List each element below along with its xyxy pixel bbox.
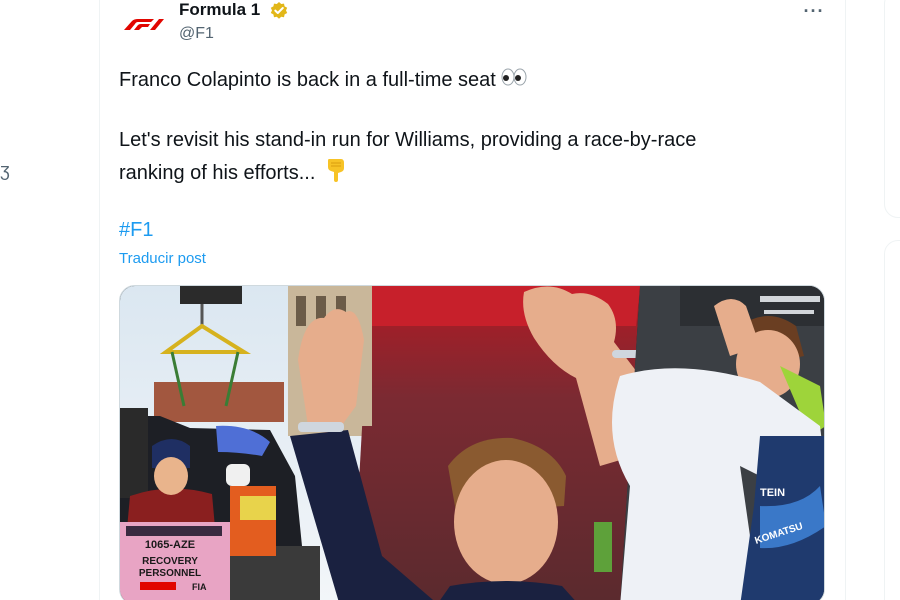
right-sidebar (846, 0, 900, 600)
shirt-text-1: TEIN (760, 487, 785, 499)
f1-logo[interactable] (120, 6, 168, 40)
author-name[interactable]: Formula 1 (179, 0, 260, 20)
vest-line2-text: PERSONNEL (139, 568, 201, 579)
vest-plate-text: 1065-AZE (145, 539, 195, 551)
right-sidebar-card (884, 240, 900, 600)
tweet-text-line: Let's revisit his stand-in run for Willi… (119, 129, 697, 151)
hashtag-link[interactable]: #F1 (119, 217, 153, 243)
vest-fia-text: FIA (192, 582, 207, 592)
tweet-text-span: ranking of his efforts... (119, 161, 316, 184)
pointing-down-emoji (325, 157, 347, 190)
author-handle[interactable]: @F1 (179, 24, 214, 44)
translate-post-link[interactable]: Traducir post (119, 249, 206, 269)
media-collage: 1065-AZE RECOVERY PERSONNEL FIA TEIN KOM… (120, 286, 824, 600)
right-sidebar-card (884, 0, 900, 218)
tweet-media-image[interactable]: 1065-AZE RECOVERY PERSONNEL FIA TEIN KOM… (119, 285, 825, 600)
vest-line1-text: RECOVERY (142, 556, 198, 567)
more-options-icon[interactable]: ··· (800, 0, 828, 22)
eyes-emoji (500, 67, 528, 94)
tweet[interactable]: Formula 1 @F1 ··· Franco Colapinto is ba… (100, 0, 846, 600)
sidebar-edge-glyph: ʒ (0, 160, 10, 180)
tweet-text-line: Franco Colapinto is back in a full-time … (119, 67, 528, 94)
tweet-text-span: Franco Colapinto is back in a full-time … (119, 69, 496, 91)
left-sidebar: ʒ (0, 0, 100, 600)
tweet-text-line: ranking of his efforts... (119, 157, 347, 190)
verified-badge-icon[interactable] (269, 1, 289, 21)
